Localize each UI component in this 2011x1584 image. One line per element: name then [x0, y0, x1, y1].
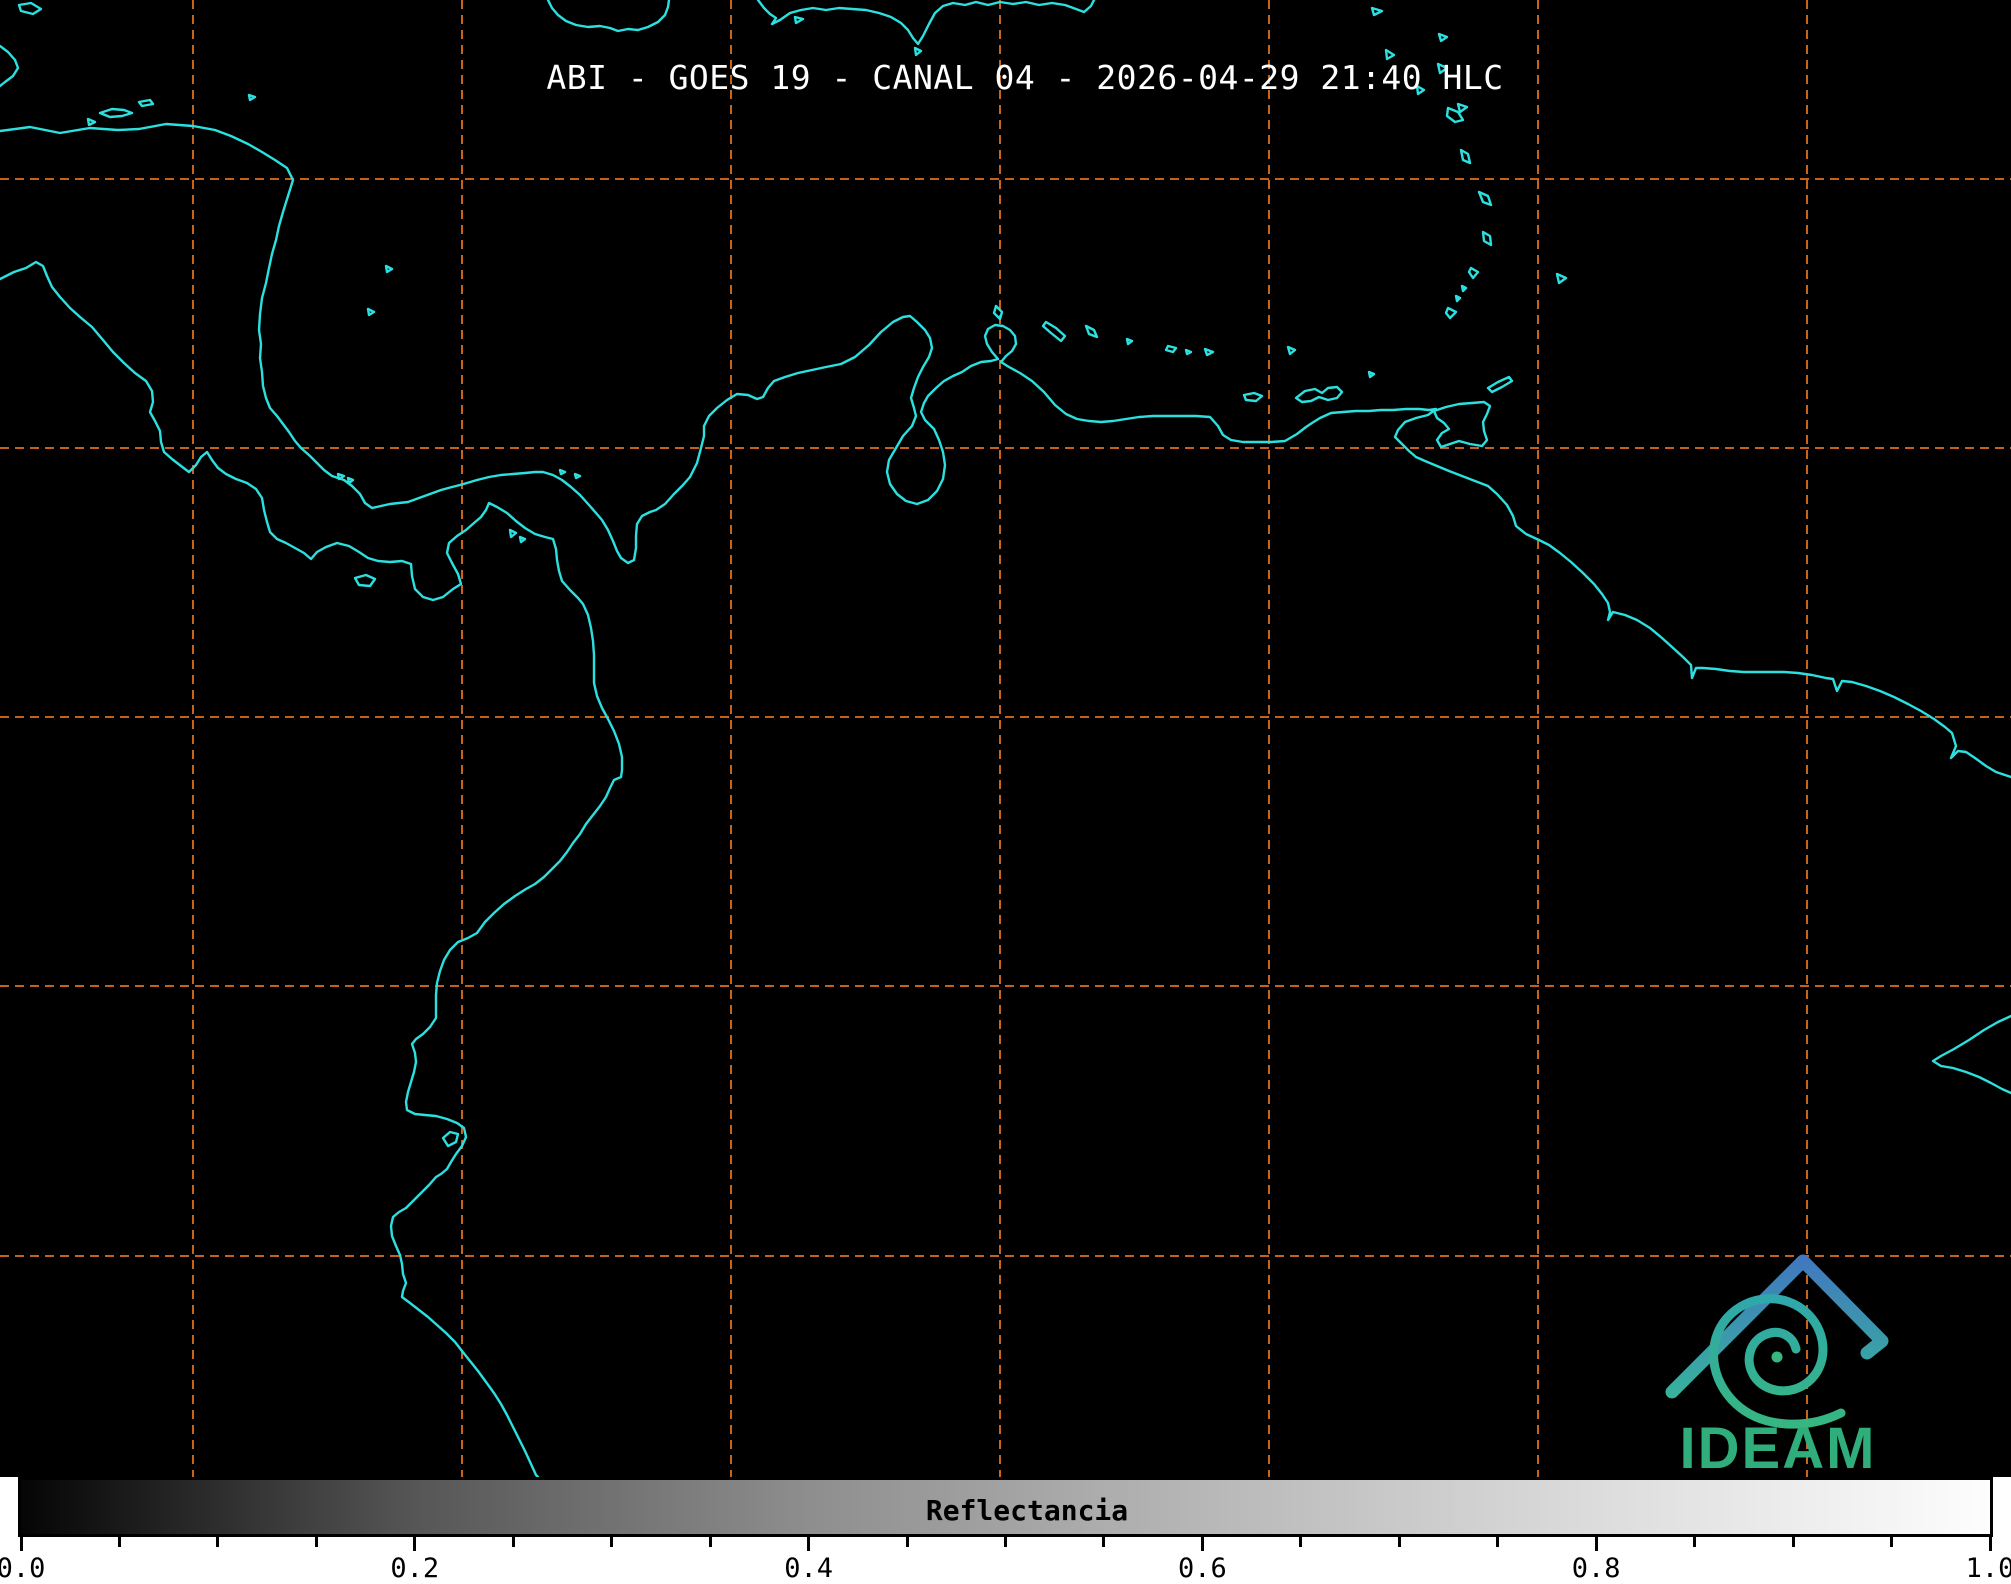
coastline-caribbean-mainland — [0, 124, 2011, 777]
colorbar-minor-tick — [1004, 1537, 1007, 1547]
colorbar-minor-tick — [315, 1537, 318, 1547]
satellite-map: IDEAM ABI - GOES 19 - CANAL 04 - 2026-04… — [0, 0, 2011, 1477]
colorbar-minor-tick — [1299, 1537, 1302, 1547]
ideam-logo-text: IDEAM — [1680, 1416, 1877, 1477]
coastline-jamaica — [548, 0, 669, 31]
coastline-belize-coast — [0, 46, 18, 86]
coastline-swan-island — [249, 95, 255, 100]
colorbar-major-tick — [1989, 1537, 1992, 1551]
colorbar-tick-label: 0.0 — [0, 1553, 45, 1584]
coastline-hispaniola-south — [758, 0, 1094, 44]
coastline-bonaire — [1086, 326, 1097, 337]
coastline-guadeloupe — [1447, 104, 1467, 122]
coastline-los-testigos — [1369, 372, 1374, 377]
latlon-gridlines — [0, 0, 2011, 1477]
coastline-los-roques — [1166, 346, 1191, 354]
colorbar-major-tick — [413, 1537, 416, 1551]
coastline-margarita — [1296, 387, 1342, 402]
coastline-roatan — [100, 109, 132, 117]
coastline-pacific-mainland — [0, 262, 622, 1477]
coastline-puna-island — [443, 1132, 458, 1146]
goes-satellite-image-viewer: { "title": "ABI - GOES 19 - CANAL 04 - 2… — [0, 0, 2011, 1577]
colorbar-major-tick — [1201, 1537, 1204, 1551]
colorbar-minor-tick — [1496, 1537, 1499, 1547]
coastline-guanaja — [139, 100, 153, 106]
coastline-las-aves — [1127, 339, 1132, 344]
colorbar-minor-tick — [1890, 1537, 1893, 1547]
coastline-san-andres — [368, 309, 374, 315]
map-canvas: IDEAM — [0, 0, 2011, 1477]
coastline-st-vincent — [1469, 268, 1478, 278]
coastline-coiba — [355, 575, 375, 586]
colorbar-tick-label: 0.2 — [390, 1553, 439, 1584]
colorbar-minor-tick — [1693, 1537, 1696, 1547]
colorbar-tick-label: 1.0 — [1966, 1553, 2011, 1584]
colorbar-major-tick — [807, 1537, 810, 1551]
coastline-st-lucia — [1483, 232, 1491, 245]
coastline-beata-islet — [915, 48, 921, 55]
coastline-barbuda — [1439, 34, 1447, 41]
colorbar-area: Reflectancia 0.00.20.40.60.81.0 — [0, 1477, 2011, 1577]
colorbar-minor-tick — [1398, 1537, 1401, 1547]
coastline-la-blanquilla — [1288, 347, 1295, 354]
colorbar-label: Reflectancia — [926, 1494, 1128, 1527]
ideam-logo-mountain-icon — [1672, 1261, 1882, 1392]
coastline-anguilla — [1372, 8, 1382, 15]
colorbar-minor-tick — [1102, 1537, 1105, 1547]
coastline-trinidad — [1434, 402, 1490, 447]
colorbar-gradient: Reflectancia — [18, 1477, 1993, 1537]
coastline-la-tortuga — [1244, 393, 1262, 401]
colorbar-minor-tick — [1792, 1537, 1795, 1547]
coastline-martinique — [1479, 192, 1491, 205]
colorbar-minor-tick — [512, 1537, 515, 1547]
colorbar-major-tick — [20, 1537, 23, 1551]
coastline-providencia — [386, 266, 392, 272]
ideam-logo: IDEAM — [1672, 1261, 1882, 1477]
coastline-tobago — [1488, 377, 1512, 392]
ideam-logo-spiral-center-dot — [1772, 1352, 1783, 1363]
colorbar-minor-tick — [610, 1537, 613, 1547]
colorbar-minor-tick — [118, 1537, 121, 1547]
coastline-hispaniola-islet — [795, 17, 803, 23]
coastline-belize-caye — [19, 3, 41, 14]
colorbar-tick-label: 0.4 — [784, 1553, 833, 1584]
coastline-pearl-islands — [510, 530, 525, 542]
coastline-grenadines — [1456, 286, 1466, 301]
colorbar-minor-tick — [216, 1537, 219, 1547]
colorbar-tick-label: 0.8 — [1572, 1553, 1621, 1584]
image-title: ABI - GOES 19 - CANAL 04 - 2026-04-29 21… — [546, 58, 1503, 97]
coastline-barbados — [1557, 274, 1566, 283]
coastline-san-blas-islets — [560, 470, 580, 478]
coastline-curacao — [1043, 322, 1065, 341]
coastline-grenada — [1446, 308, 1456, 318]
colorbar-major-tick — [1595, 1537, 1598, 1551]
colorbar-minor-tick — [709, 1537, 712, 1547]
coastline-la-orchila — [1205, 349, 1213, 355]
coastline-utila — [88, 119, 95, 125]
colorbar-minor-tick — [906, 1537, 909, 1547]
coastline-dominica — [1461, 150, 1470, 163]
colorbar-tick-label: 0.6 — [1178, 1553, 1227, 1584]
coastline-amazon-corner — [1933, 1016, 2011, 1093]
